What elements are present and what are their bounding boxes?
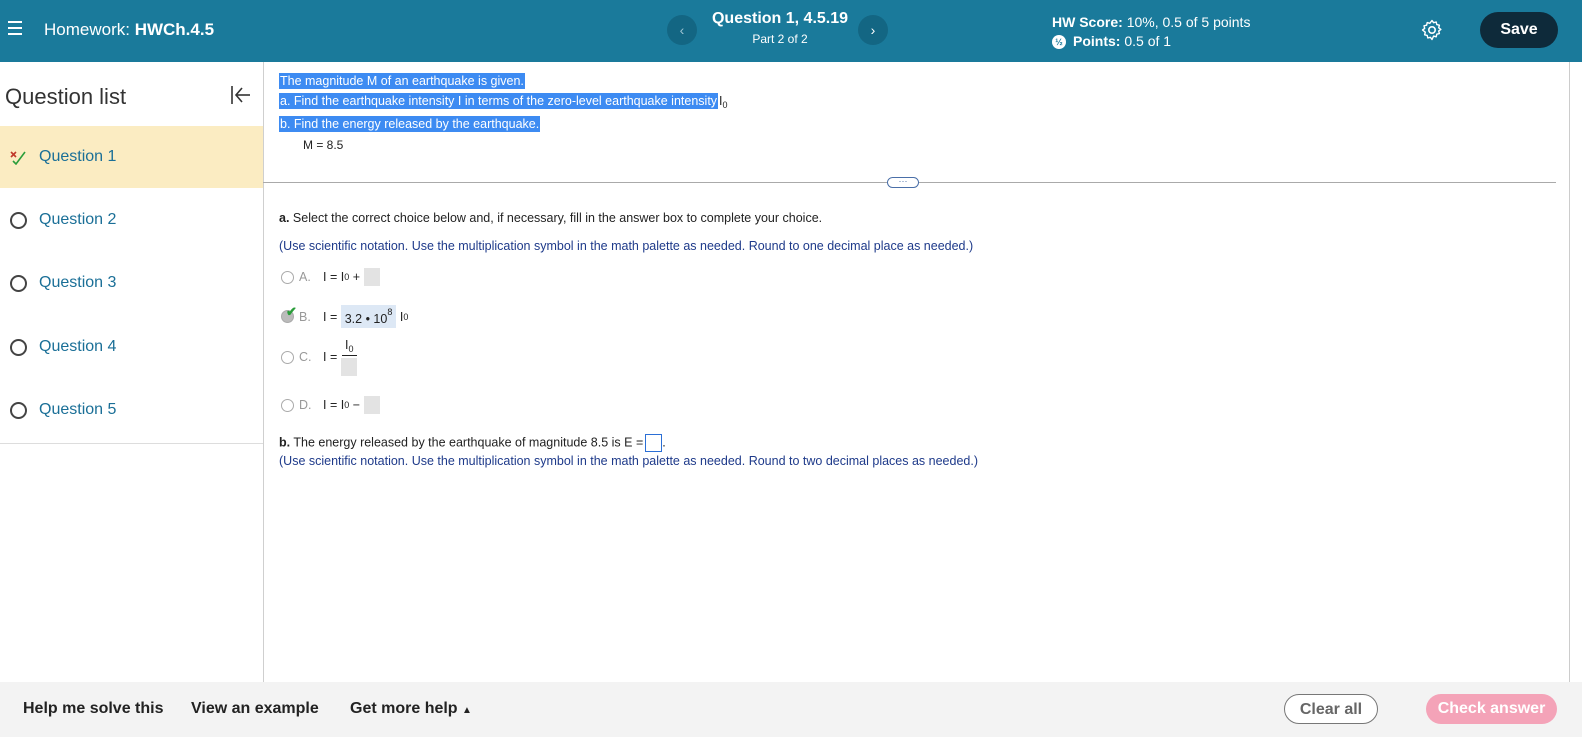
points-label: Points:: [1073, 33, 1121, 49]
question-list-item-2[interactable]: Question 2: [0, 189, 263, 251]
footer-bar: Help me solve this View an example Get m…: [0, 682, 1582, 737]
view-example-button[interactable]: View an example: [191, 700, 319, 718]
homework-name: HWCh.4.5: [134, 20, 215, 39]
collapse-sidebar-icon[interactable]: [228, 83, 252, 107]
part-b-question: b. The energy released by the earthquake…: [279, 434, 666, 452]
next-question-button[interactable]: ›: [858, 15, 888, 45]
hw-score-label: HW Score:: [1052, 14, 1123, 30]
homework-title: Homework: HWCh.4.5: [44, 20, 214, 40]
choice-a-letter: A.: [299, 270, 311, 284]
clear-all-button[interactable]: Clear all: [1284, 694, 1378, 724]
part-a-note: (Use scientific notation. Use the multip…: [279, 239, 974, 253]
problem-statement: The magnitude M of an earthquake is give…: [279, 72, 731, 135]
choice-c-expression: I =: [323, 350, 338, 364]
check-answer-button[interactable]: Check answer: [1426, 694, 1557, 724]
choice-c-fraction: I0: [341, 338, 358, 376]
get-more-help-label: Get more help: [350, 700, 458, 717]
choice-c[interactable]: C. I = I0: [281, 338, 358, 376]
problem-line-3: b. Find the energy released by the earth…: [279, 116, 541, 132]
expand-more-button[interactable]: ···: [887, 177, 919, 188]
choice-c-letter: C.: [299, 350, 312, 364]
caret-up-icon: ▲: [462, 705, 472, 716]
previous-question-button[interactable]: ‹: [667, 15, 697, 45]
unanswered-circle-icon: [10, 275, 27, 292]
choice-d-radio[interactable]: [281, 398, 294, 412]
choice-d[interactable]: D. I = I0 −: [281, 396, 381, 414]
choice-b-letter: B.: [299, 309, 311, 324]
question-list-item-4[interactable]: Question 4: [0, 316, 263, 378]
hamburger-menu-icon[interactable]: [8, 21, 22, 37]
choice-b-exponent: 8: [387, 307, 393, 317]
part-a-instruction-text: Select the correct choice below and, if …: [292, 211, 823, 225]
question-label: Question 3: [39, 274, 117, 291]
get-more-help-button[interactable]: Get more help ▲: [350, 700, 472, 718]
partial-credit-icon: ½: [1052, 34, 1066, 49]
settings-gear-icon[interactable]: [1420, 18, 1444, 42]
unanswered-circle-icon: [10, 212, 27, 229]
choice-a[interactable]: A. I = I0 +: [281, 268, 381, 286]
question-label: Question 4: [39, 338, 117, 355]
unanswered-circle-icon: [10, 339, 27, 356]
correct-check-icon: ✔: [286, 304, 297, 319]
sidebar-divider: [0, 443, 263, 444]
choice-a-answer-box[interactable]: [364, 268, 381, 286]
choice-c-answer-box[interactable]: [341, 358, 358, 376]
question-label: Question 2: [39, 211, 117, 228]
choice-d-letter: D.: [299, 398, 312, 412]
question-list-item-3[interactable]: Question 3: [0, 252, 263, 314]
choice-a-operator: +: [352, 270, 361, 284]
question-label: Question 5: [39, 401, 117, 418]
question-list-title: Question list: [5, 84, 127, 109]
choice-d-operator: −: [352, 398, 361, 412]
i0-symbol: I0: [718, 93, 729, 113]
question-list-item-5[interactable]: Question 5: [0, 379, 263, 441]
problem-line-2: a. Find the earthquake intensity I in te…: [279, 93, 719, 109]
magnitude-value: M = 8.5: [303, 138, 344, 152]
partial-credit-icon: [10, 151, 26, 165]
part-a-instruction: a. Select the correct choice below and, …: [279, 211, 822, 225]
choice-d-answer-box[interactable]: [364, 396, 381, 414]
help-me-solve-button[interactable]: Help me solve this: [23, 700, 164, 718]
score-panel: HW Score: 10%, 0.5 of 5 points ½ Points:…: [1052, 13, 1250, 51]
part-a-prefix: a.: [279, 211, 290, 225]
problem-line-1: The magnitude M of an earthquake is give…: [279, 73, 525, 89]
choice-a-expression: I = I: [323, 270, 345, 284]
top-bar: Homework: HWCh.4.5 ‹ Question 1, 4.5.19 …: [0, 0, 1582, 62]
choice-a-radio[interactable]: [281, 270, 294, 284]
hw-score-value: 10%, 0.5 of 5 points: [1126, 14, 1251, 30]
save-button[interactable]: Save: [1480, 12, 1558, 48]
question-title: Question 1, 4.5.19: [711, 10, 849, 27]
question-content: The magnitude M of an earthquake is give…: [263, 62, 1569, 682]
scroll-edge: [1569, 62, 1570, 682]
choice-b-mantissa: 3.2 • 10: [344, 312, 388, 326]
choice-b-answer[interactable]: 3.2 • 108: [340, 305, 397, 328]
part-b-text: The energy released by the earthquake of…: [293, 435, 644, 450]
energy-answer-input[interactable]: [645, 434, 663, 452]
question-label: Question 1: [39, 148, 117, 165]
choice-b[interactable]: ✔ B. I = 3.2 • 108 I0: [281, 304, 408, 328]
unanswered-circle-icon: [10, 402, 27, 419]
choice-b-expression: I =: [323, 309, 338, 324]
part-b-prefix: b.: [279, 435, 291, 450]
choice-d-expression: I = I: [323, 398, 345, 412]
part-b-note: (Use scientific notation. Use the multip…: [279, 454, 978, 468]
question-part: Part 2 of 2: [752, 32, 808, 46]
homework-prefix: Homework:: [44, 20, 130, 39]
question-header: Question 1, 4.5.19 Part 2 of 2: [700, 10, 860, 46]
question-list-sidebar: Question list Question 1 Question 2 Ques…: [0, 62, 264, 682]
question-list-item-1[interactable]: Question 1: [0, 126, 263, 188]
points-value: 0.5 of 1: [1124, 33, 1172, 49]
choice-c-radio[interactable]: [281, 350, 294, 364]
